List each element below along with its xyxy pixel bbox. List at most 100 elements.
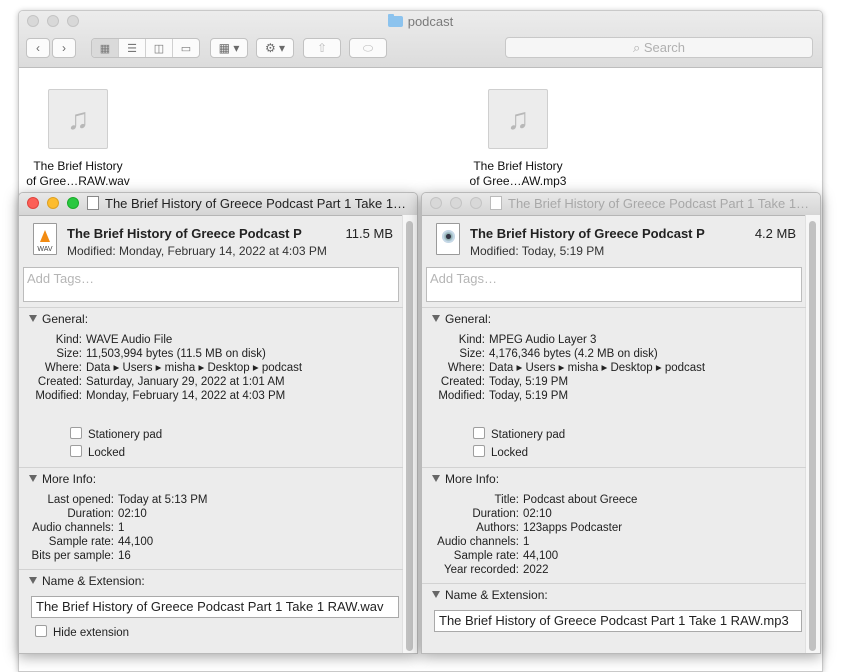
back-button[interactable]: ‹ [26, 38, 50, 58]
tags-input[interactable]: Add Tags… [23, 267, 399, 302]
info-titlebar[interactable]: The Brief History of Greece Podcast Part… [422, 193, 820, 216]
tags-button[interactable]: ⬭ [349, 38, 387, 58]
info-row: Modified: Today, 5:19 PM [422, 389, 705, 403]
info-value: WAVE Audio File [86, 334, 173, 346]
general-section-toggle[interactable]: General: [29, 312, 88, 326]
modified-date: Modified: Today, 5:19 PM [470, 244, 605, 258]
info-row: Where: Data ▸ Users ▸ misha ▸ Desktop ▸ p… [19, 361, 302, 375]
info-key: Duration: [67, 508, 114, 520]
info-value: 02:10 [523, 508, 552, 520]
file-size: 11.5 MB [345, 226, 393, 241]
close-button[interactable] [27, 197, 39, 209]
scrollbar[interactable] [805, 215, 820, 653]
hide-extension-checkbox[interactable]: Hide extension [35, 625, 129, 639]
info-key: Where: [447, 362, 485, 374]
divider [19, 307, 403, 308]
action-button[interactable]: ⚙ ▾ [256, 38, 294, 58]
info-key: Created: [37, 376, 82, 388]
more-info-section-toggle[interactable]: More Info: [29, 472, 96, 486]
info-key: Kind: [55, 334, 82, 346]
disclosure-triangle-icon [29, 577, 37, 584]
share-icon: ⇧ [316, 41, 328, 55]
info-key: Last opened: [47, 494, 114, 506]
name-extension-section-toggle[interactable]: Name & Extension: [29, 574, 145, 588]
info-row: Sample rate: 44,100 [422, 549, 637, 563]
info-row: Bits per sample: 16 [19, 549, 208, 563]
info-value: Today, 5:19 PM [489, 376, 569, 388]
minimize-button[interactable] [47, 197, 59, 209]
stationery-pad-checkbox[interactable]: Stationery pad [473, 427, 565, 441]
divider [19, 569, 403, 570]
file-item-wav[interactable]: ♫ The Brief History of Gree…RAW.wav [19, 89, 138, 189]
locked-checkbox[interactable]: Locked [473, 445, 528, 459]
document-icon [490, 196, 502, 210]
info-value: Today, 5:19 PM [489, 390, 569, 402]
info-value: 4,176,346 bytes (4.2 MB on disk) [489, 348, 658, 360]
info-value: 16 [118, 550, 131, 562]
info-value: 11,503,994 bytes (11.5 MB on disk) [86, 348, 266, 360]
column-view-icon[interactable]: ◫ [146, 39, 173, 57]
info-row: Audio channels: 1 [422, 535, 637, 549]
zoom-button[interactable] [470, 197, 482, 209]
name-extension-field[interactable]: The Brief History of Greece Podcast Part… [31, 596, 399, 618]
info-row: Duration: 02:10 [19, 507, 208, 521]
share-button[interactable]: ⇧ [303, 38, 341, 58]
info-key: Audio channels: [437, 536, 519, 548]
forward-button[interactable]: › [52, 38, 76, 58]
info-value: Saturday, January 29, 2022 at 1:01 AM [86, 376, 285, 388]
scrollbar[interactable] [402, 215, 417, 653]
scrollbar-thumb[interactable] [809, 221, 816, 651]
file-size: 4.2 MB [754, 226, 796, 241]
scrollbar-thumb[interactable] [406, 221, 413, 651]
window-title: The Brief History of Greece Podcast Part… [490, 196, 814, 211]
file-name-line1: The Brief History [473, 159, 563, 173]
info-row: Last opened: Today at 5:13 PM [19, 493, 208, 507]
info-key: Duration: [472, 508, 519, 520]
music-note-icon: ♫ [488, 89, 548, 149]
mp3-info-window: The Brief History of Greece Podcast Part… [421, 192, 821, 654]
info-row: Authors: 123apps Podcaster [422, 521, 637, 535]
disclosure-triangle-icon [29, 315, 37, 322]
file-item-mp3[interactable]: ♫ The Brief History of Gree…AW.mp3 [458, 89, 578, 189]
modified-date: Modified: Monday, February 14, 2022 at 4… [67, 244, 327, 258]
name-extension-field[interactable]: The Brief History of Greece Podcast Part… [434, 610, 802, 632]
finder-toolbar: podcast ‹ › ▦ ☰ ◫ ▭ ▦ ▾ ⚙ ▾ ⇧ ⬭ ⌕ Search [19, 11, 822, 68]
info-row: Kind: WAVE Audio File [19, 333, 302, 347]
general-list: Kind: MPEG Audio Layer 3 Size: 4,176,346 by… [422, 333, 705, 403]
window-title: podcast [19, 14, 822, 29]
icon-view-icon[interactable]: ▦ [92, 39, 119, 57]
mp3-file-icon [436, 223, 460, 255]
tags-input[interactable]: Add Tags… [426, 267, 802, 302]
disclosure-triangle-icon [29, 475, 37, 482]
info-header: WAV The Brief History of Greece Podcast … [19, 223, 401, 261]
name-extension-section-toggle[interactable]: Name & Extension: [432, 588, 548, 602]
more-info-section-toggle[interactable]: More Info: [432, 472, 499, 486]
close-button[interactable] [430, 197, 442, 209]
zoom-button[interactable] [67, 197, 79, 209]
group-button[interactable]: ▦ ▾ [210, 38, 248, 58]
disclosure-triangle-icon [432, 315, 440, 322]
general-section-toggle[interactable]: General: [432, 312, 491, 326]
info-key: Size: [459, 348, 485, 360]
info-value: Data ▸ Users ▸ misha ▸ Desktop ▸ podcast [489, 362, 706, 374]
gallery-view-icon[interactable]: ▭ [173, 39, 199, 57]
info-value: Today at 5:13 PM [118, 494, 208, 506]
gear-icon: ⚙ ▾ [264, 41, 286, 55]
locked-checkbox[interactable]: Locked [70, 445, 125, 459]
info-row: Kind: MPEG Audio Layer 3 [422, 333, 705, 347]
search-input[interactable]: ⌕ Search [505, 37, 813, 58]
info-key: Where: [44, 362, 82, 374]
more-info-list: Title: Podcast about Greece Duration: 02:10… [422, 493, 637, 577]
list-view-icon[interactable]: ☰ [119, 39, 146, 57]
stationery-pad-checkbox[interactable]: Stationery pad [70, 427, 162, 441]
divider [19, 467, 403, 468]
divider [422, 583, 806, 584]
info-value: 02:10 [118, 508, 147, 520]
info-key: Sample rate: [48, 536, 114, 548]
music-note-icon: ♫ [48, 89, 108, 149]
info-key: Title: [494, 494, 520, 506]
general-list: Kind: WAVE Audio File Size: 11,503,994 byte… [19, 333, 302, 403]
minimize-button[interactable] [450, 197, 462, 209]
grid-icon: ▦ ▾ [218, 41, 240, 55]
info-titlebar[interactable]: The Brief History of Greece Podcast Part… [19, 193, 417, 216]
